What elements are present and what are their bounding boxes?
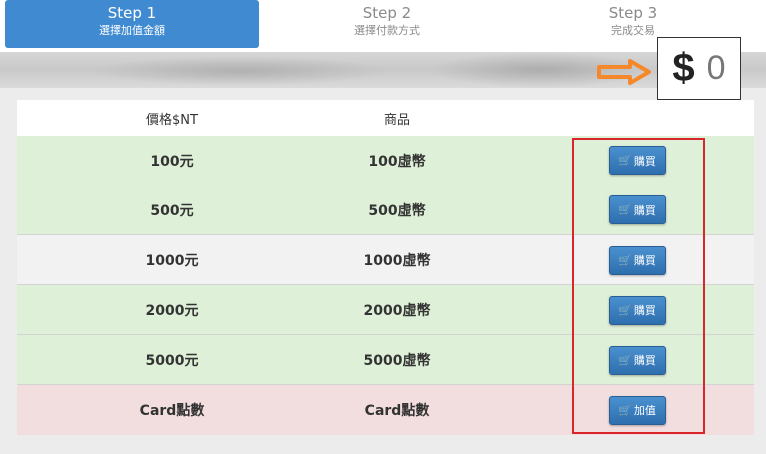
step-subtitle: 完成交易 bbox=[611, 24, 655, 37]
product-cell: 500虛幣 bbox=[368, 202, 426, 219]
header-price: 價格$NT bbox=[146, 112, 198, 128]
step-progress-bar: Step 1 選擇加值金額 Step 2 選擇付款方式 Step 3 完成交易 bbox=[0, 0, 766, 52]
currency-symbol: $ bbox=[672, 46, 695, 90]
arrow-right-icon bbox=[597, 59, 651, 85]
step-subtitle: 選擇加值金額 bbox=[99, 24, 165, 37]
balance-display: $ 0 bbox=[657, 37, 741, 100]
step-title: Step 2 bbox=[362, 4, 412, 22]
product-cell: 1000虛幣 bbox=[363, 253, 431, 269]
price-cell: 500元 bbox=[150, 202, 194, 219]
header-product: 商品 bbox=[383, 112, 410, 128]
highlight-box bbox=[572, 138, 705, 434]
price-cell: 1000元 bbox=[145, 253, 199, 269]
step-title: Step 1 bbox=[107, 4, 157, 22]
step-2: Step 2 選擇付款方式 bbox=[260, 0, 514, 48]
balance-amount: 0 bbox=[706, 49, 726, 87]
product-cell: Card點數 bbox=[364, 403, 430, 419]
price-cell: 2000元 bbox=[145, 303, 199, 319]
price-cell: 5000元 bbox=[145, 353, 199, 369]
price-cell: Card點數 bbox=[139, 403, 205, 419]
price-cell: 100元 bbox=[150, 153, 194, 170]
table-header-row: 價格$NT 商品 bbox=[17, 100, 754, 136]
step-title: Step 3 bbox=[608, 4, 658, 22]
product-cell: 100虛幣 bbox=[368, 153, 426, 170]
product-cell: 2000虛幣 bbox=[363, 303, 431, 319]
banner-texture bbox=[90, 56, 390, 86]
step-1-active: Step 1 選擇加值金額 bbox=[5, 0, 259, 48]
product-cell: 5000虛幣 bbox=[363, 353, 431, 369]
step-subtitle: 選擇付款方式 bbox=[354, 24, 420, 37]
